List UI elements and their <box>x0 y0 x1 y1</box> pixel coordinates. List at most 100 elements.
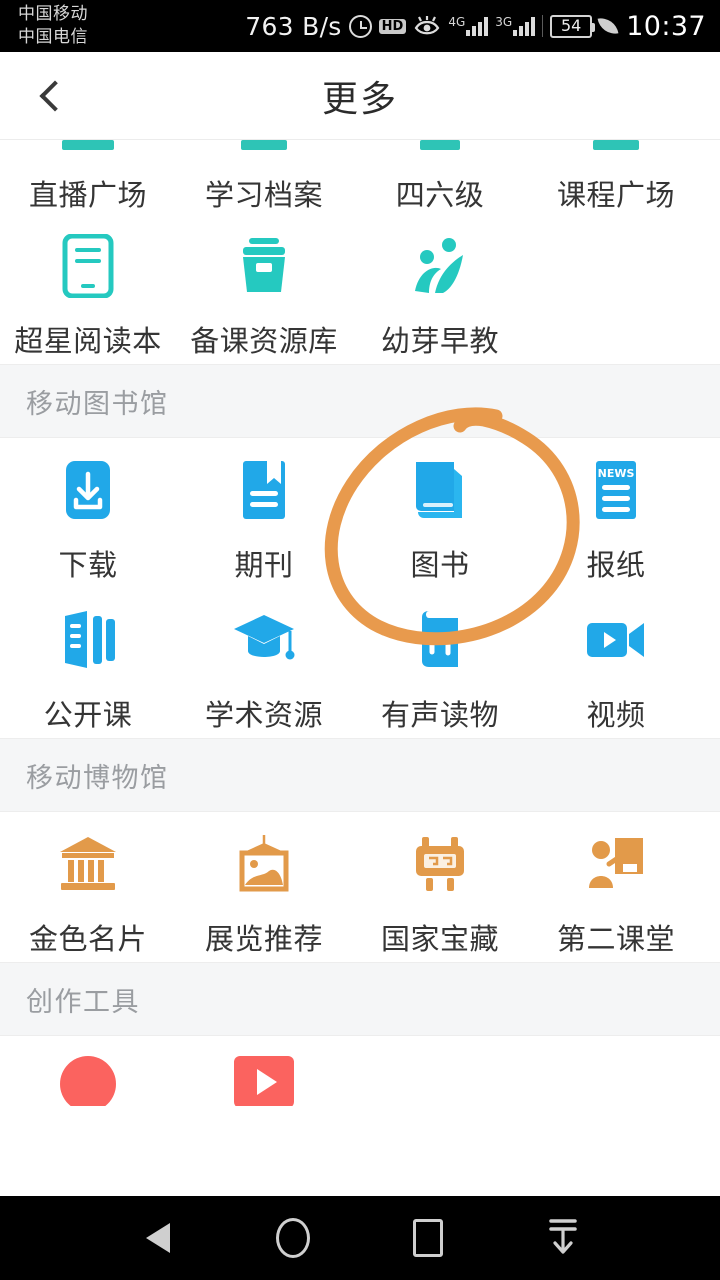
grid-item-label: 直播广场 <box>28 178 147 212</box>
phone-screen: 中国移动 中国电信 763 B/s HD 4G 3G 54 10:37 更多 直… <box>0 0 720 1280</box>
grid-item-video[interactable]: 视频 <box>528 588 704 738</box>
grid-item-empty <box>528 214 704 364</box>
network-speed-text: 763 B/s <box>245 11 342 41</box>
app-bar: 更多 <box>0 52 720 140</box>
grid-item-academic-resources[interactable]: 学术资源 <box>176 588 352 738</box>
lesson-resource-box-icon <box>232 234 296 298</box>
hd-icon: HD <box>378 18 407 34</box>
tools-row: 超星阅读本 备课资源库 幼芽早教 <box>0 214 720 364</box>
grid-item-golden-card[interactable]: 金色名片 <box>0 812 176 962</box>
grid-item-label: 备课资源库 <box>190 324 338 358</box>
status-bar-icons: 763 B/s HD 4G 3G 54 10:37 <box>245 11 706 42</box>
battery-percent: 54 <box>561 16 582 35</box>
grid-item-label: 第二课堂 <box>556 922 675 956</box>
book-icon <box>408 458 472 522</box>
grid-item-audiobook[interactable]: 有声读物 <box>352 588 528 738</box>
back-triangle-icon <box>145 1223 170 1253</box>
section-header-mobile-library: 移动图书馆 <box>0 364 720 438</box>
grid-item-label: 视频 <box>586 698 646 732</box>
course-square-icon <box>593 140 639 150</box>
grid-item-label: 幼芽早教 <box>380 324 499 358</box>
status-bar: 中国移动 中国电信 763 B/s HD 4G 3G 54 10:37 <box>0 0 720 52</box>
grid-item-second-classroom[interactable]: 第二课堂 <box>528 812 704 962</box>
nav-back-button[interactable] <box>126 1206 190 1270</box>
chevron-left-icon <box>39 79 71 112</box>
early-education-icon <box>408 234 472 298</box>
hide-navbar-icon <box>546 1215 580 1261</box>
grid-item-early-education[interactable]: 幼芽早教 <box>352 214 528 364</box>
sim1-signal: 4G <box>448 14 489 36</box>
grid-item-exhibition-recommendation[interactable]: 展览推荐 <box>176 812 352 962</box>
classroom-icon <box>584 832 648 896</box>
section-header-mobile-museum: 移动博物馆 <box>0 738 720 812</box>
nav-hide-button[interactable] <box>531 1206 595 1270</box>
clock-text: 10:37 <box>626 10 706 42</box>
section-grid-mobile-museum: 金色名片 展览推荐 国家宝藏 第二课堂 <box>0 812 720 962</box>
grid-item-label: 学术资源 <box>204 698 323 732</box>
grid-item-national-treasure[interactable]: 国家宝藏 <box>352 812 528 962</box>
grid-item-video-play[interactable] <box>176 1036 352 1106</box>
grid-item-label: 学习档案 <box>204 178 323 212</box>
grid-item-placeholder-1 <box>352 1036 528 1106</box>
audiobook-icon <box>408 608 472 672</box>
back-button[interactable] <box>24 68 80 124</box>
grid-item-open-course[interactable]: 公开课 <box>0 588 176 738</box>
grid-item-label: 展览推荐 <box>204 922 323 956</box>
sim2-signal: 3G <box>495 14 536 36</box>
grid-item-label: 下载 <box>58 548 118 582</box>
battery-icon: 54 <box>550 14 596 38</box>
nav-home-button[interactable] <box>261 1206 325 1270</box>
status-divider <box>542 15 544 37</box>
grid-item-record[interactable] <box>0 1036 176 1106</box>
section-grid-creation-tools <box>0 1036 720 1106</box>
grid-item-label: 金色名片 <box>28 922 147 956</box>
bronze-treasure-icon <box>408 832 472 896</box>
video-camera-icon <box>584 608 648 672</box>
grid-item-download[interactable]: 下载 <box>0 438 176 588</box>
nav-recents-button[interactable] <box>396 1206 460 1270</box>
sim2-network-label: 3G <box>495 14 513 29</box>
grid-item-label: 图书 <box>410 548 470 582</box>
open-course-icon <box>56 608 120 672</box>
grid-item-reader-tablet[interactable]: 超星阅读本 <box>0 214 176 364</box>
grid-item-lesson-resource-box[interactable]: 备课资源库 <box>176 214 352 364</box>
download-icon <box>56 458 120 522</box>
grid-item-label: 四六级 <box>395 178 485 212</box>
top-partial-row: 直播广场 学习档案 四六级 课程广场 <box>0 140 720 214</box>
sim1-network-label: 4G <box>448 14 466 29</box>
section-header-creation-tools: 创作工具 <box>0 962 720 1036</box>
carrier-names: 中国移动 中国电信 <box>18 3 88 49</box>
picture-frame-icon <box>232 832 296 896</box>
section-grid-mobile-library: 下载 期刊 图书 NEWS 报纸 公开课 学术资源 有声读物 视频 <box>0 438 720 738</box>
grid-item-label: 国家宝藏 <box>380 922 499 956</box>
carrier-line-1: 中国移动 <box>18 4 88 24</box>
cet-exam-icon <box>420 140 460 150</box>
reader-tablet-icon <box>56 234 120 298</box>
grid-item-label: 课程广场 <box>556 178 675 212</box>
graduation-cap-icon <box>232 608 296 672</box>
grid-item-live-square[interactable]: 直播广场 <box>0 140 176 214</box>
system-navigation-bar <box>0 1196 720 1280</box>
study-archive-icon <box>241 140 287 150</box>
grid-item-label: 期刊 <box>234 548 294 582</box>
museum-building-icon <box>56 832 120 896</box>
grid-item-study-archive[interactable]: 学习档案 <box>176 140 352 214</box>
alarm-icon <box>348 14 372 38</box>
journal-icon <box>232 458 296 522</box>
grid-item-newspaper[interactable]: NEWS 报纸 <box>528 438 704 588</box>
grid-item-book[interactable]: 图书 <box>352 438 528 588</box>
grid-item-journal[interactable]: 期刊 <box>176 438 352 588</box>
scroll-content[interactable]: 直播广场 学习档案 四六级 课程广场 超星阅读本 备课资源库 幼芽早教 移动图书… <box>0 140 720 1196</box>
live-square-icon <box>62 140 114 150</box>
grid-item-course-square[interactable]: 课程广场 <box>528 140 704 214</box>
grid-item-cet-exam[interactable]: 四六级 <box>352 140 528 214</box>
grid-item-label: 超星阅读本 <box>14 324 162 358</box>
svg-text:NEWS: NEWS <box>598 467 635 480</box>
home-circle-icon <box>275 1218 310 1258</box>
record-circle-icon <box>60 1056 116 1106</box>
carrier-line-2: 中国电信 <box>18 27 88 47</box>
grid-item-placeholder-2 <box>528 1036 704 1106</box>
leaf-icon <box>597 15 619 37</box>
grid-item-label: 报纸 <box>586 548 646 582</box>
eye-comfort-icon <box>413 15 441 37</box>
